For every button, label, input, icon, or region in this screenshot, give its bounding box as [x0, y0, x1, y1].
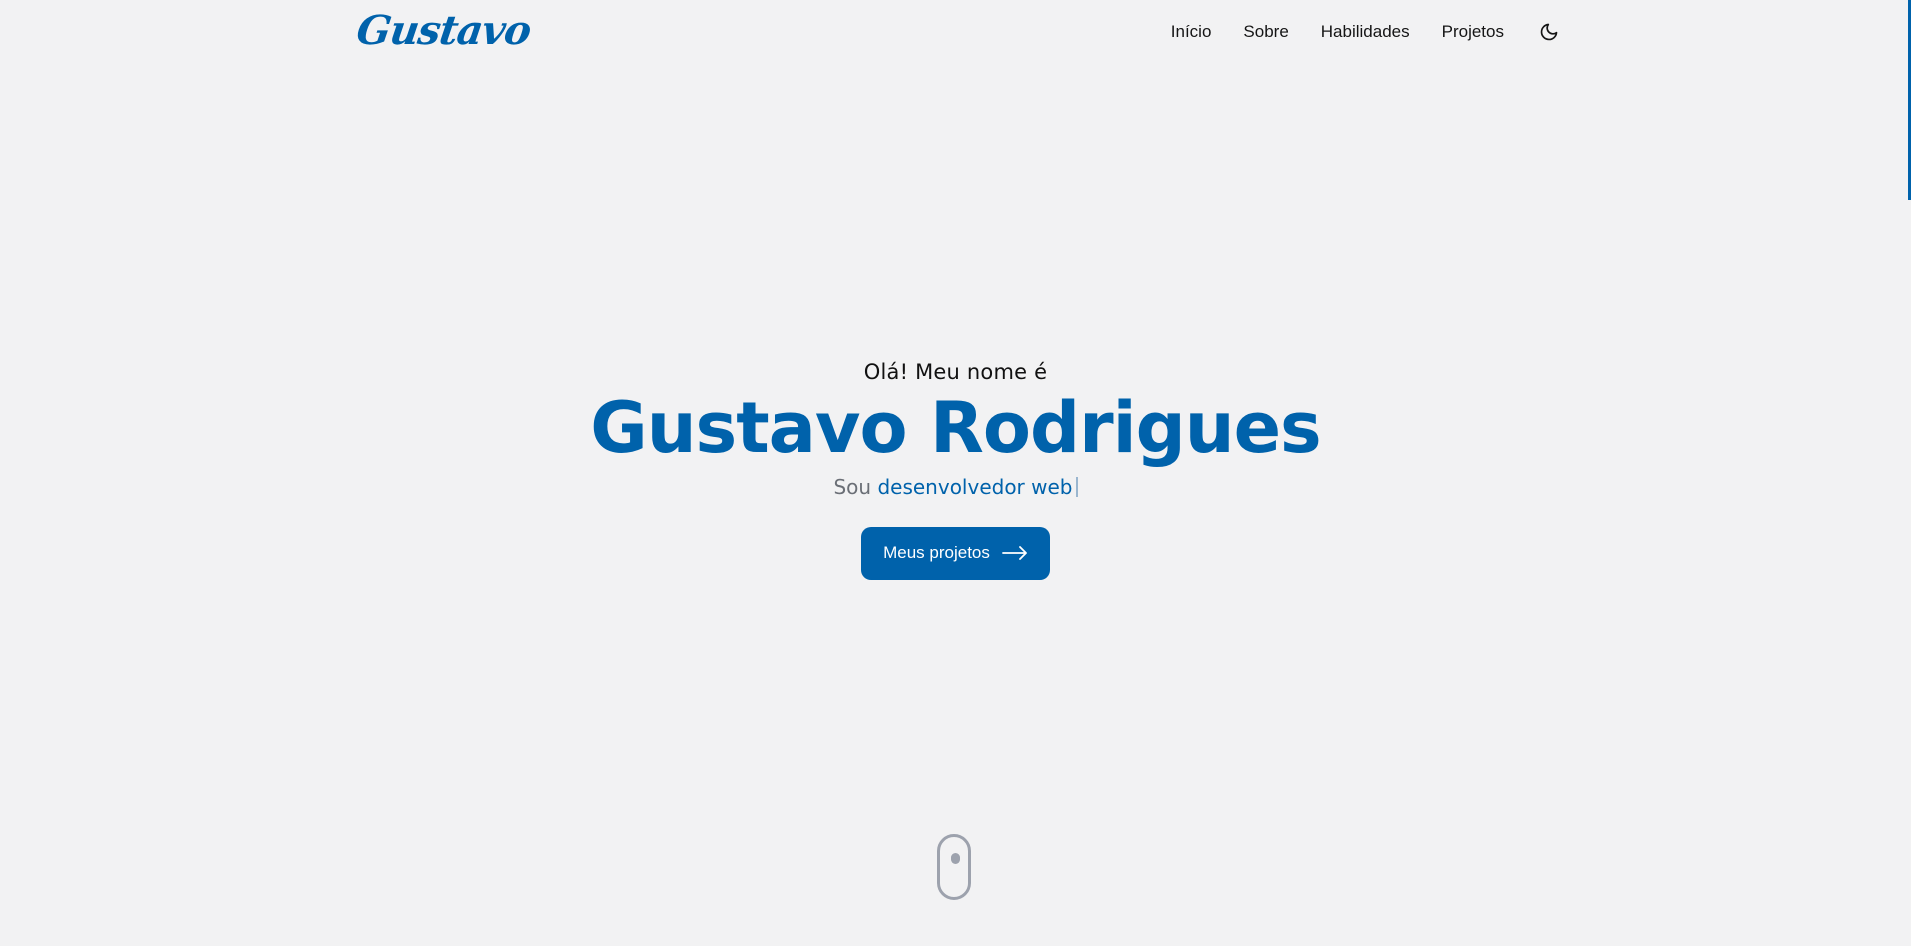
- tagline-prefix: Sou: [833, 474, 872, 499]
- page: Gustavo Início Sobre Habilidades Projeto…: [0, 0, 1911, 946]
- nav-link-inicio[interactable]: Início: [1171, 22, 1212, 42]
- hero-section: Olá! Meu nome é Gustavo Rodrigues Sou de…: [0, 360, 1911, 580]
- main-nav: Início Sobre Habilidades Projetos: [1171, 21, 1560, 43]
- moon-icon: [1540, 23, 1558, 41]
- my-projects-button[interactable]: Meus projetos: [861, 526, 1050, 580]
- tagline-role: desenvolvedor web: [877, 474, 1073, 499]
- mouse-wheel: [951, 853, 960, 864]
- hero-name: Gustavo Rodrigues: [590, 387, 1321, 469]
- hero-greeting: Olá! Meu nome é: [863, 360, 1048, 384]
- typing-caret: [1075, 476, 1078, 497]
- hero-tagline: Sou desenvolvedor web: [0, 475, 1911, 499]
- nav-link-projetos[interactable]: Projetos: [1442, 22, 1504, 42]
- theme-toggle-button[interactable]: [1538, 21, 1560, 43]
- nav-link-sobre[interactable]: Sobre: [1243, 22, 1288, 42]
- site-logo[interactable]: Gustavo: [354, 7, 534, 54]
- mouse-scroll-icon[interactable]: [937, 834, 971, 900]
- my-projects-label: Meus projetos: [883, 543, 990, 562]
- site-header: Gustavo Início Sobre Habilidades Projeto…: [354, 0, 1560, 64]
- arrow-right-icon: [1001, 546, 1027, 560]
- nav-link-habilidades[interactable]: Habilidades: [1321, 22, 1410, 42]
